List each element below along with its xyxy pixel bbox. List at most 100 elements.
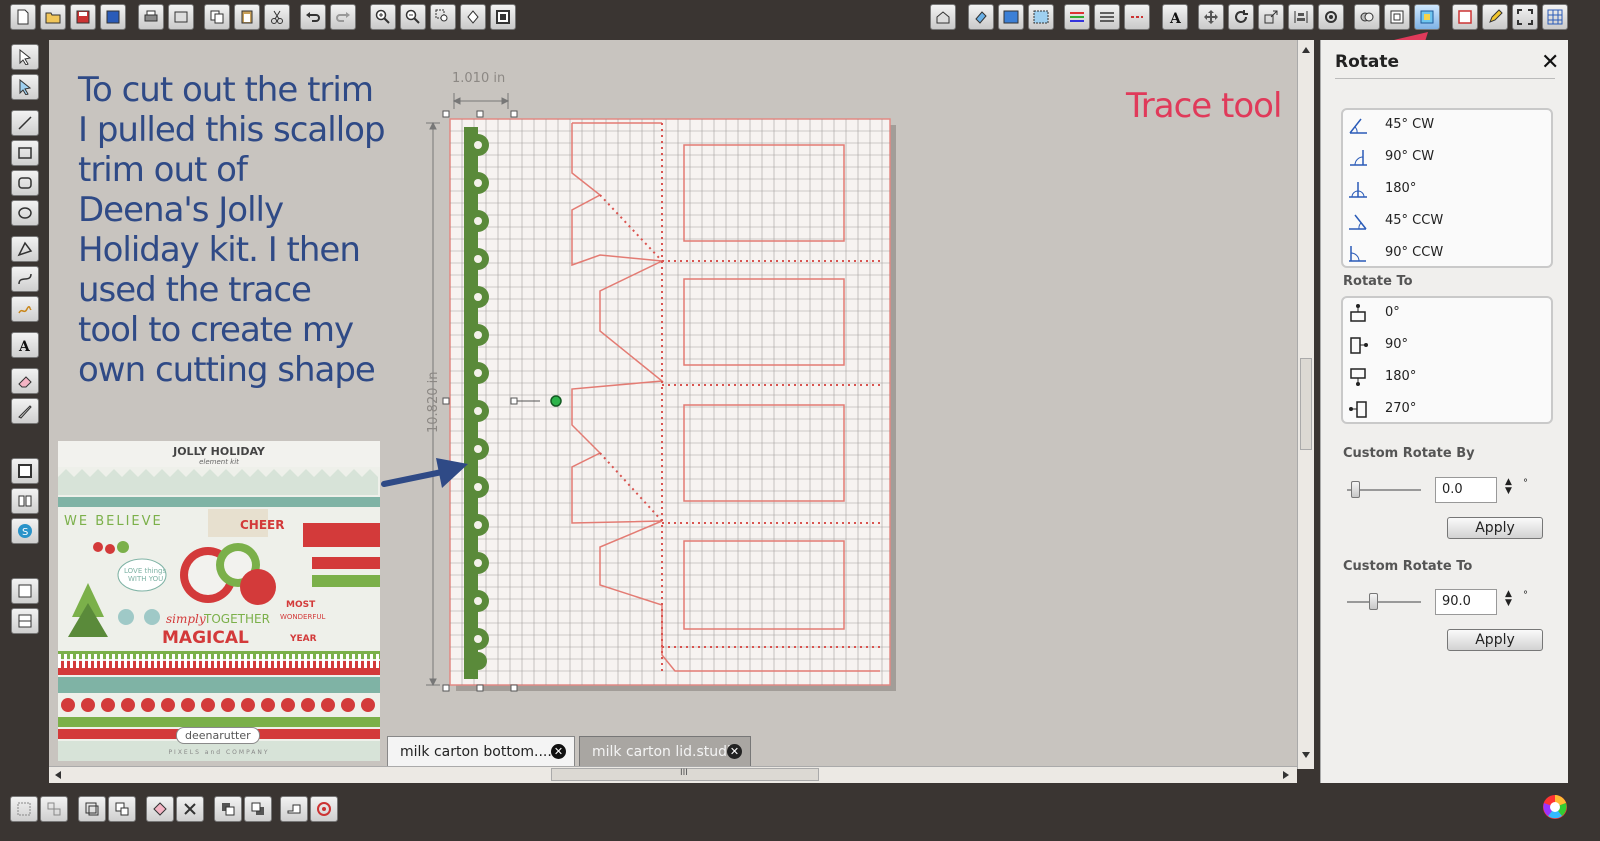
spinner-arrows-icon[interactable]: ▲ ▼ — [1505, 590, 1512, 608]
rotate-45-ccw-button[interactable]: 45° CCW — [1343, 206, 1551, 236]
delete-icon[interactable] — [176, 796, 204, 822]
new-document-icon[interactable] — [10, 4, 36, 30]
zoom-in-icon[interactable] — [370, 4, 396, 30]
page-setup-icon[interactable] — [11, 458, 39, 484]
fill-color-icon[interactable] — [968, 4, 994, 30]
fullscreen-icon[interactable] — [1512, 4, 1538, 30]
knife-tool-icon[interactable] — [11, 398, 39, 424]
zoom-out-icon[interactable] — [400, 4, 426, 30]
custom-rotate-to-slider[interactable] — [1347, 593, 1421, 610]
freehand-tool-icon[interactable] — [11, 296, 39, 322]
release-compound-path-icon[interactable] — [108, 796, 136, 822]
rotate-90-ccw-button[interactable]: 90° CCW — [1343, 238, 1551, 268]
scroll-left-icon[interactable] — [54, 770, 62, 780]
pan-hand-icon[interactable] — [460, 4, 486, 30]
align-icon[interactable] — [1288, 4, 1314, 30]
horizontal-scrollbar[interactable]: III — [49, 766, 1297, 783]
close-icon[interactable]: ✕ — [551, 744, 566, 759]
scroll-down-icon[interactable] — [1301, 751, 1311, 759]
rotate-90-cw-button[interactable]: 90° CW — [1343, 142, 1551, 172]
gradient-icon[interactable] — [998, 4, 1024, 30]
left-toolbar: A S — [8, 42, 42, 790]
custom-rotate-to-input[interactable]: 90.0 — [1435, 589, 1497, 615]
trace-tool-icon[interactable] — [1414, 4, 1440, 30]
line-style-icon[interactable] — [1094, 4, 1120, 30]
make-compound-path-icon[interactable] — [78, 796, 106, 822]
sketch-pen-icon[interactable] — [1482, 4, 1508, 30]
ellipse-tool-icon[interactable] — [11, 200, 39, 226]
panel-layout-icon[interactable] — [11, 578, 39, 604]
zoom-box-icon[interactable] — [430, 4, 456, 30]
open-folder-icon[interactable] — [40, 4, 66, 30]
cut-style-icon[interactable] — [1124, 4, 1150, 30]
tab-milk-carton-bottom[interactable]: milk carton bottom.... ✕ — [387, 736, 575, 766]
edit-points-icon[interactable] — [11, 74, 39, 100]
weld-icon[interactable] — [280, 796, 308, 822]
color-wheel-icon[interactable] — [1542, 794, 1568, 820]
text-tool-icon[interactable]: A — [11, 332, 39, 358]
custom-rotate-by-slider[interactable] — [1347, 481, 1421, 498]
close-icon[interactable]: ✕ — [1541, 52, 1559, 74]
scale-icon[interactable] — [1258, 4, 1284, 30]
scroll-up-icon[interactable] — [1301, 46, 1311, 54]
spinner-arrows-icon[interactable]: ▲ ▼ — [1505, 478, 1512, 496]
replicate-icon[interactable] — [1318, 4, 1344, 30]
ungroup-icon[interactable] — [40, 796, 68, 822]
copy-icon[interactable] — [204, 4, 230, 30]
rotate-to-270-button[interactable]: 270° — [1343, 394, 1551, 424]
cut-scissors-icon[interactable] — [264, 4, 290, 30]
curve-tool-icon[interactable] — [11, 266, 39, 292]
rounded-rectangle-tool-icon[interactable] — [11, 170, 39, 196]
eraser-tool-icon[interactable] — [11, 368, 39, 394]
rotate-45-cw-button[interactable]: 45° CW — [1343, 110, 1551, 140]
text-style-icon[interactable]: A — [1162, 4, 1188, 30]
registration-marks-icon[interactable] — [1452, 4, 1478, 30]
scroll-right-icon[interactable] — [1282, 770, 1290, 780]
rectangle-tool-icon[interactable] — [11, 140, 39, 166]
undo-icon[interactable] — [300, 4, 326, 30]
vertical-scroll-thumb[interactable] — [1300, 358, 1312, 450]
degree-unit: ° — [1523, 478, 1528, 489]
horizontal-scroll-thumb[interactable]: III — [551, 768, 819, 781]
modify-icon[interactable] — [1354, 4, 1380, 30]
offset-target-icon[interactable] — [310, 796, 338, 822]
redo-icon[interactable] — [330, 4, 356, 30]
rotate-180-icon — [1349, 182, 1367, 198]
slider-knob[interactable] — [1369, 593, 1378, 610]
vertical-scrollbar[interactable] — [1297, 40, 1314, 769]
save-to-library-icon[interactable] — [100, 4, 126, 30]
split-layout-icon[interactable] — [11, 608, 39, 634]
send-to-silhouette-icon[interactable] — [930, 4, 956, 30]
paste-icon[interactable] — [234, 4, 260, 30]
print-cut-icon[interactable] — [168, 4, 194, 30]
apply-rotate-to-button[interactable]: Apply — [1447, 629, 1543, 651]
polygon-tool-icon[interactable] — [11, 236, 39, 262]
fit-to-window-icon[interactable] — [490, 4, 516, 30]
custom-rotate-by-input[interactable]: 0.0 — [1435, 477, 1497, 503]
select-tool-icon[interactable] — [11, 44, 39, 70]
slider-knob[interactable] — [1351, 481, 1360, 498]
rotate-to-0-button[interactable]: 0° — [1343, 298, 1551, 328]
library-icon[interactable] — [11, 488, 39, 514]
rotate-to-90-button[interactable]: 90° — [1343, 330, 1551, 360]
rotate-180-button[interactable]: 180° — [1343, 174, 1551, 204]
save-icon[interactable] — [70, 4, 96, 30]
tab-milk-carton-lid[interactable]: milk carton lid.studio ✕ — [579, 736, 751, 766]
duplicate-icon[interactable] — [146, 796, 174, 822]
apply-rotate-by-button[interactable]: Apply — [1447, 517, 1543, 539]
bring-to-front-icon[interactable] — [214, 796, 242, 822]
rotate-to-180-button[interactable]: 180° — [1343, 362, 1551, 392]
line-tool-icon[interactable] — [11, 110, 39, 136]
group-icon[interactable] — [10, 796, 38, 822]
rotate-icon[interactable] — [1228, 4, 1254, 30]
design-page[interactable]: 1.010 in 10.820 in — [400, 55, 920, 715]
pattern-icon[interactable] — [1028, 4, 1054, 30]
grid-settings-icon[interactable] — [1542, 4, 1568, 30]
close-icon[interactable]: ✕ — [727, 744, 742, 759]
move-icon[interactable] — [1198, 4, 1224, 30]
line-color-icon[interactable] — [1064, 4, 1090, 30]
send-to-back-icon[interactable] — [244, 796, 272, 822]
offset-icon[interactable] — [1384, 4, 1410, 30]
online-store-icon[interactable]: S — [11, 518, 39, 544]
print-icon[interactable] — [138, 4, 164, 30]
